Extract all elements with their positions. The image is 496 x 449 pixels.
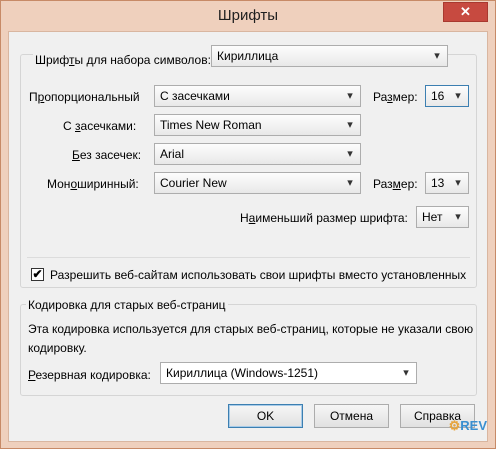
min-size-label: Наименьший размер шрифта: [240,211,408,225]
serif-label: С засечками: [63,119,137,133]
mono-value: Courier New [160,176,227,190]
sans-label: Без засечек: [72,148,142,162]
proportional-size-value: 16 [431,89,445,103]
mono-size-select[interactable]: 13 ▾ [425,172,469,194]
min-size-select[interactable]: Нет ▾ [416,206,469,228]
chevron-down-icon: ▾ [455,211,461,223]
fallback-encoding-label: Резервная кодировка: [28,368,151,382]
chevron-down-icon: ▾ [347,177,353,189]
serif-select[interactable]: Times New Roman ▾ [154,114,361,136]
encoding-description-line1: Эта кодировка используется для старых ве… [28,322,474,336]
encoding-legend: Кодировка для старых веб-страниц [26,298,228,312]
charset-label: Шрифты для набора символов: [33,53,213,67]
ok-button[interactable]: OK [228,404,303,428]
divider [27,257,470,258]
mono-label: Моноширинный: [47,177,139,191]
close-icon: ✕ [460,4,471,19]
mono-select[interactable]: Courier New ▾ [154,172,361,194]
chevron-down-icon: ▾ [403,367,409,379]
min-size-value: Нет [422,210,443,224]
gear-icon: ⚙ [448,418,461,433]
window-title: Шрифты [217,7,279,24]
sans-value: Arial [160,147,185,161]
chevron-down-icon: ▾ [455,177,461,189]
fallback-encoding-value: Кириллица (Windows-1251) [166,366,319,380]
charset-value: Кириллица [217,49,279,63]
proportional-select[interactable]: С засечками ▾ [154,85,361,107]
chevron-down-icon: ▾ [347,148,353,160]
chevron-down-icon: ▾ [455,90,461,102]
fallback-encoding-select[interactable]: Кириллица (Windows-1251) ▾ [160,362,417,384]
mono-size-label: Размер: [373,177,418,191]
chevron-down-icon: ▾ [347,90,353,102]
chevron-down-icon: ▾ [434,50,440,62]
close-button[interactable]: ✕ [443,2,488,22]
cancel-button[interactable]: Отмена [314,404,389,428]
sans-select[interactable]: Arial ▾ [154,143,361,165]
mono-size-value: 13 [431,176,445,190]
serif-value: Times New Roman [160,118,262,132]
proportional-value: С засечками [160,89,230,103]
title-bar: Шрифты ✕ [1,1,495,31]
chevron-down-icon: ▾ [347,119,353,131]
proportional-label: Пропорциональный [29,90,140,104]
dialog-body: Шрифты для набора символов: Кириллица ▾ … [8,31,488,442]
charset-select[interactable]: Кириллица ▾ [211,45,448,67]
allow-fonts-label: Разрешить веб-сайтам использовать свои ш… [50,268,467,282]
allow-fonts-checkbox[interactable]: ✔ [31,268,44,281]
checkmark-icon: ✔ [32,267,43,281]
encoding-description-line2: кодировку. [28,341,87,355]
proportional-size-label: Размер: [373,90,418,104]
proportional-size-select[interactable]: 16 ▾ [425,85,469,107]
fonts-dialog: Шрифты ✕ Шрифты для набора символов: Кир… [0,0,496,449]
watermark-logo: ⚙REV [448,418,487,433]
